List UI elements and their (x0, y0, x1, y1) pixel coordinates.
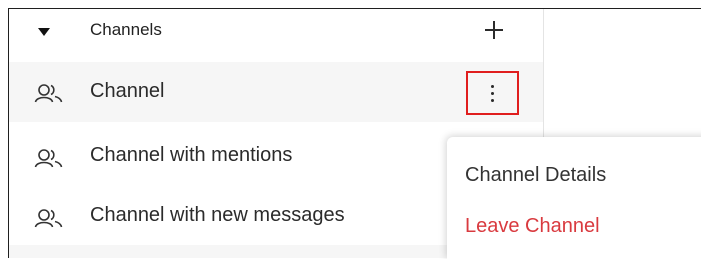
channel-label: Channel with new messages (90, 204, 345, 226)
menu-item-leave-channel[interactable]: Leave Channel (465, 215, 600, 238)
users-icon (34, 149, 63, 168)
more-vertical-icon-dot (491, 92, 494, 95)
app-frame: Channels Channel Channel with mentions C… (8, 8, 701, 259)
menu-item-channel-details[interactable]: Channel Details (465, 164, 606, 187)
channel-options-button[interactable] (466, 71, 519, 115)
channels-section-header: Channels (9, 9, 543, 61)
more-vertical-icon-dot (491, 99, 494, 102)
channel-label: Channel (90, 80, 165, 102)
channel-options-menu: Channel Details Leave Channel (447, 137, 701, 259)
users-icon (34, 84, 63, 103)
section-title[interactable]: Channels (90, 20, 162, 40)
caret-down-icon[interactable] (38, 28, 50, 36)
channel-label: Channel with mentions (90, 144, 293, 166)
users-icon (34, 209, 63, 228)
channel-item[interactable]: Channel (9, 62, 543, 122)
add-channel-button[interactable] (481, 17, 507, 43)
more-vertical-icon (491, 85, 494, 88)
